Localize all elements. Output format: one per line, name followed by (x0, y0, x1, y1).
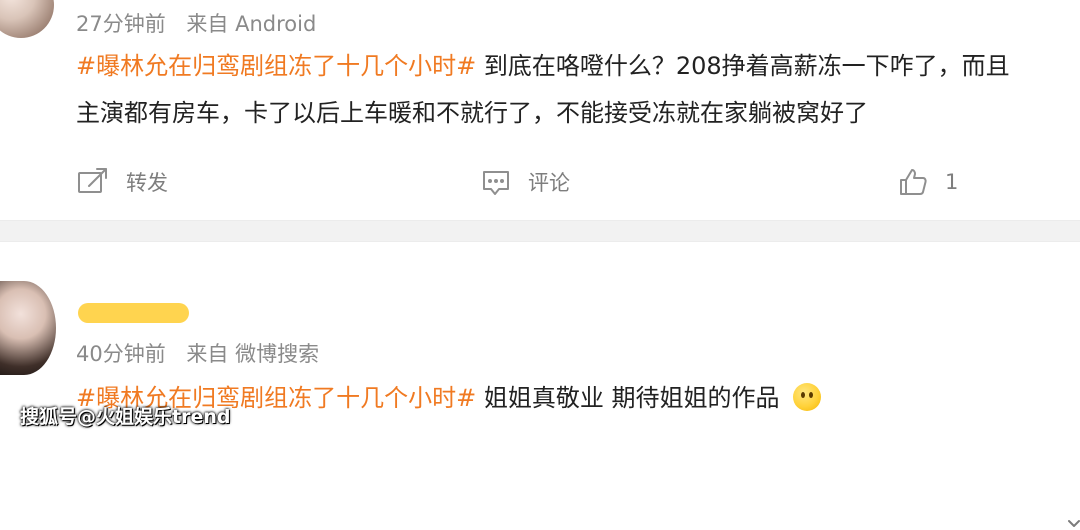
post-source: 来自 微博搜索 (186, 342, 320, 366)
post-meta: 27分钟前 来自 Android (76, 12, 330, 36)
post-time: 27分钟前 (76, 12, 166, 36)
post-text: 到底在咯噔什么？208挣着高薪冻一下咋了，而且 (483, 52, 1010, 80)
source-watermark: 搜狐号@火姐娱乐trend (20, 406, 231, 428)
post-text-line-1: #曝林允在归鸾剧组冻了十几个小时# 到底在咯噔什么？208挣着高薪冻一下咋了，而… (76, 44, 1080, 88)
post-text-line-2: 主演都有房车，卡了以后上车暖和不就行了，不能接受冻就在家躺被窝好了 (76, 91, 1080, 135)
post-meta: 40分钟前 来自 微博搜索 (76, 342, 333, 366)
comment-button[interactable]: 评论 (480, 160, 570, 204)
hashtag-link[interactable]: #曝林允在归鸾剧组冻了十几个小时# (76, 52, 476, 80)
redacted-username[interactable] (78, 303, 189, 323)
like-icon (900, 169, 927, 195)
comment-icon (483, 171, 509, 195)
avatar[interactable] (0, 281, 56, 375)
chevron-down-icon[interactable] (1068, 518, 1080, 530)
avatar[interactable] (0, 0, 54, 38)
post-time: 40分钟前 (76, 342, 166, 366)
emoji-icon (793, 383, 822, 411)
post-source: 来自 Android (186, 12, 317, 36)
feed-divider (0, 220, 1080, 242)
post-actions: 转发 评论 1 (0, 160, 1080, 204)
like-count: 1 (945, 170, 959, 194)
post-text-continued: 主演都有房车，卡了以后上车暖和不就行了，不能接受冻就在家躺被窝好了 (76, 99, 868, 127)
comment-label: 评论 (528, 171, 570, 195)
repost-label: 转发 (126, 171, 168, 195)
post-text: 姐姐真敬业 期待姐姐的作品 (483, 384, 780, 412)
repost-icon (78, 168, 107, 193)
repost-button[interactable]: 转发 (76, 160, 168, 204)
like-button[interactable]: 1 (897, 160, 958, 204)
post-card-1: 27分钟前 来自 Android #曝林允在归鸾剧组冻了十几个小时# 到底在咯噔… (0, 0, 1080, 220)
